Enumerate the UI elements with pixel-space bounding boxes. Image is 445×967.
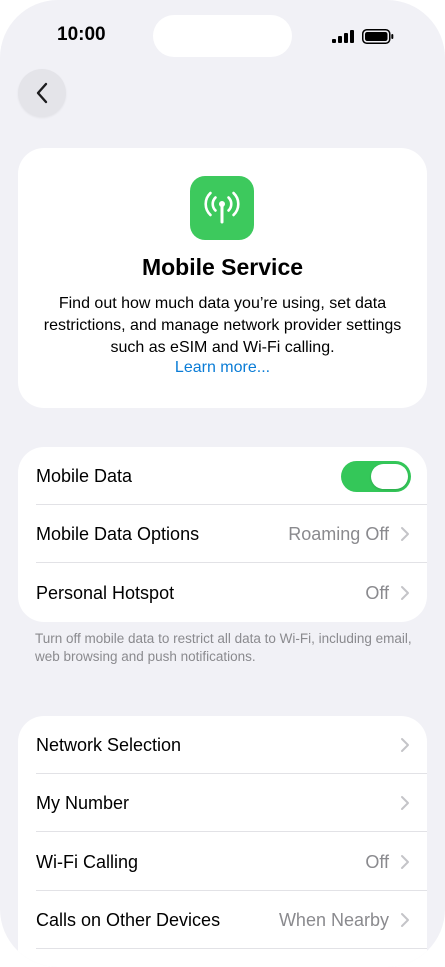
mobile-data-toggle[interactable] (341, 461, 411, 492)
row-value: Off (365, 583, 389, 603)
network-group: Network Selection My Number Wi-Fi Callin… (18, 716, 427, 967)
mobile-service-header-card: Mobile Service Find out how much data yo… (18, 148, 427, 408)
phone-screen: 10:00 Mobile Service Find out how much d… (0, 0, 445, 967)
learn-more-link[interactable]: Learn more... (18, 359, 427, 377)
chevron-right-icon (401, 527, 409, 541)
signal-bars-icon (332, 30, 354, 43)
back-button[interactable] (18, 69, 66, 117)
row-value: Off (365, 852, 389, 872)
mobile-data-group: Mobile Data Mobile Data Options Roaming … (18, 447, 427, 622)
row-label: Network Selection (36, 735, 182, 755)
divider (36, 562, 427, 563)
chevron-right-icon (401, 913, 409, 927)
battery-icon (362, 29, 394, 44)
wifi-calling-row[interactable]: Wi-Fi Calling Off (18, 833, 427, 891)
chevron-right-icon (401, 796, 409, 810)
mobile-data-footnote: Turn off mobile data to restrict all dat… (35, 631, 412, 664)
chevron-right-icon (401, 855, 409, 869)
calls-on-other-devices-row[interactable]: Calls on Other Devices When Nearby (18, 891, 427, 949)
row-value: Roaming Off (288, 524, 389, 544)
row-label: Personal Hotspot (36, 583, 175, 603)
divider (36, 831, 427, 832)
row-value: When Nearby (278, 910, 389, 930)
mobile-data-row: Mobile Data (18, 447, 427, 505)
page-title: Mobile Service (141, 254, 304, 280)
row-label: Wi-Fi Calling (36, 852, 139, 872)
antenna-icon (190, 176, 254, 240)
dynamic-island (153, 15, 292, 57)
network-selection-row[interactable]: Network Selection (18, 716, 427, 774)
my-number-row[interactable]: My Number (18, 774, 427, 832)
chevron-right-icon (401, 738, 409, 752)
divider (36, 948, 427, 949)
row-label: Calls on Other Devices (36, 910, 221, 930)
chevron-right-icon (401, 586, 409, 600)
toggle-knob (371, 464, 408, 489)
mobile-data-options-row[interactable]: Mobile Data Options Roaming Off (18, 505, 427, 563)
row-label: Mobile Data (36, 466, 133, 486)
chevron-left-icon (36, 82, 48, 104)
row-label: My Number (36, 793, 130, 813)
personal-hotspot-row[interactable]: Personal Hotspot Off (18, 564, 427, 622)
status-time: 10:00 (57, 24, 106, 45)
header-description: Find out how much data you’re using, set… (43, 295, 402, 356)
row-label: Mobile Data Options (36, 524, 200, 544)
